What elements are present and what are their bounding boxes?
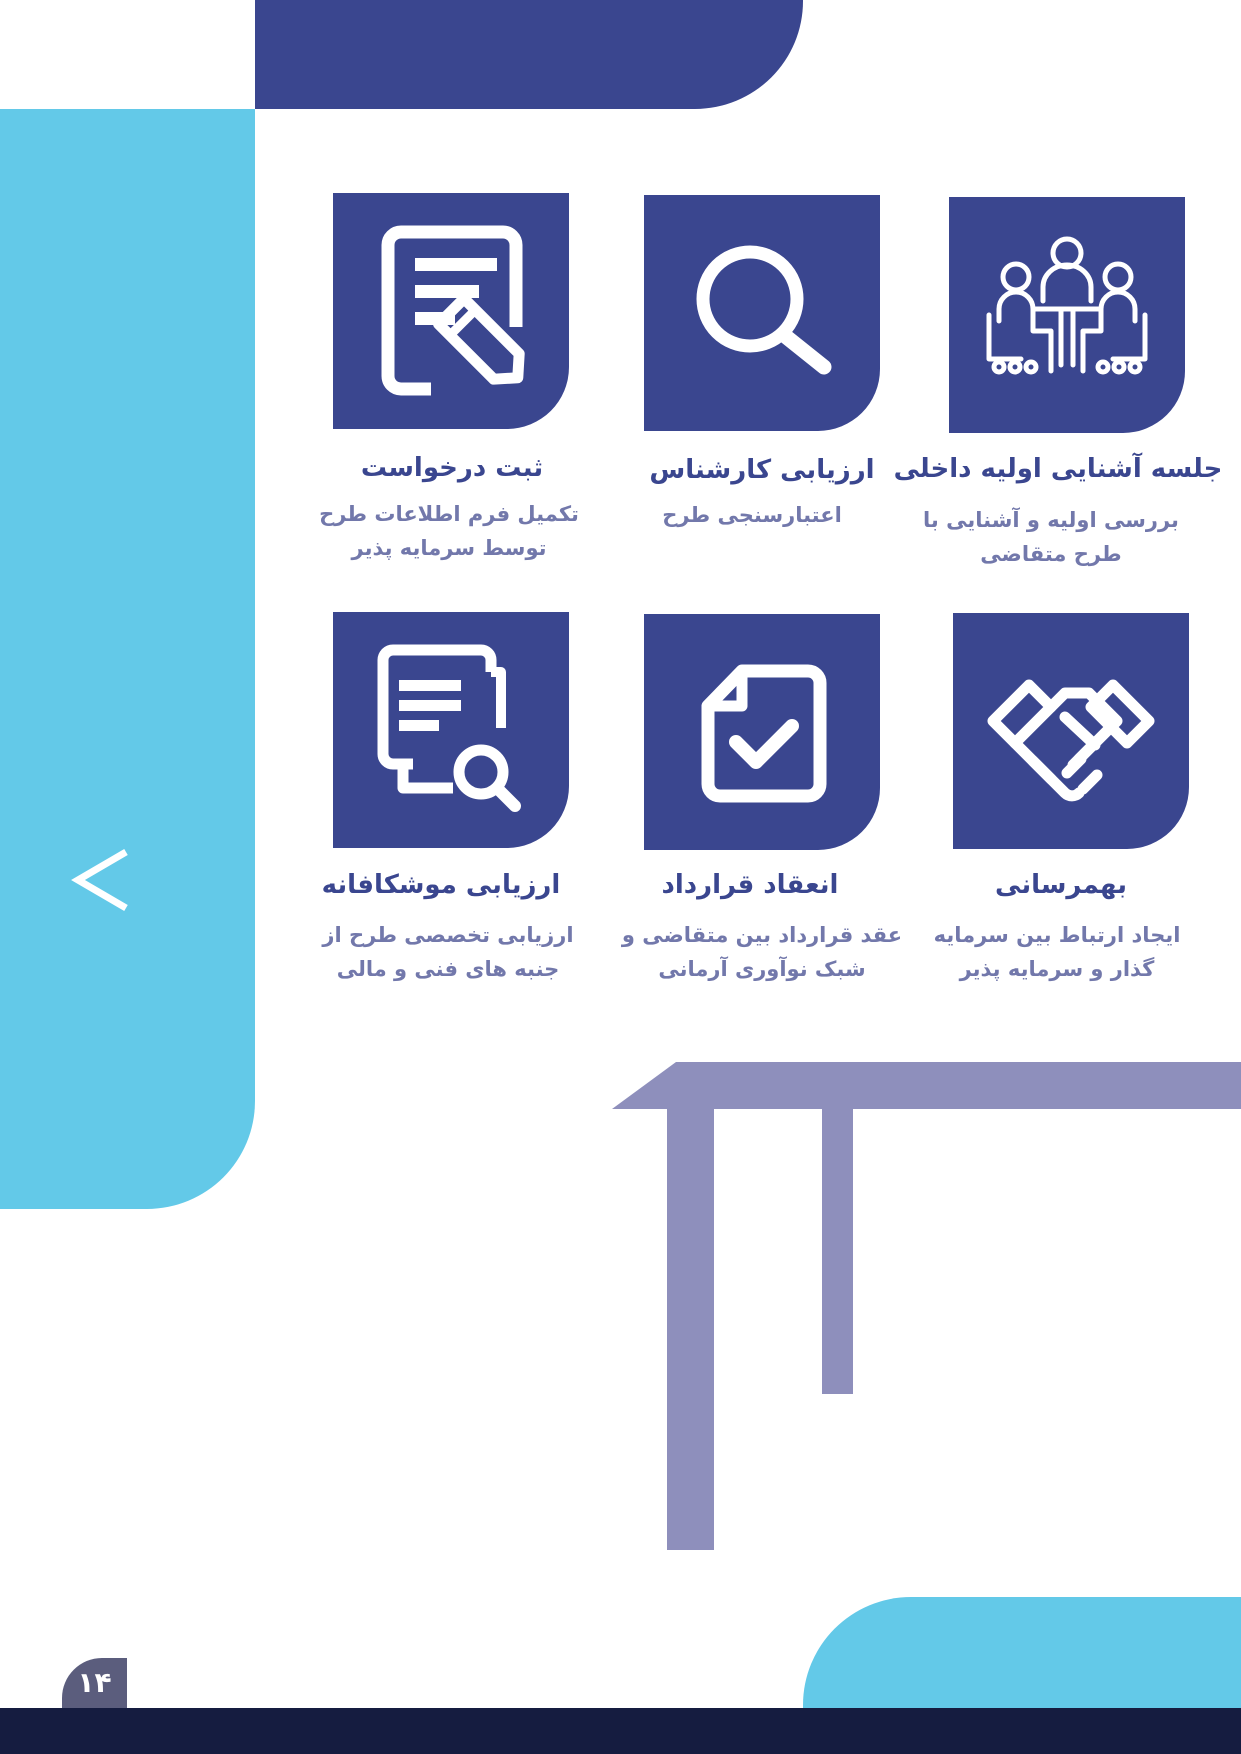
step-desc: ارزیابی تخصصی طرح از جنبه های فنی و مالی: [322, 923, 574, 981]
step-desc: بررسی اولیه و آشنایی با طرح متقاضی: [923, 508, 1179, 566]
step-title: ارزیابی موشکافانه: [321, 870, 561, 900]
step-desc: تکمیل فرم اطلاعات طرح توسط سرمایه پذیر: [319, 502, 579, 560]
side-panel: [0, 109, 255, 1209]
step-title: ثبت درخواست: [360, 453, 544, 483]
footer-bar: [0, 1708, 1241, 1754]
step-title: انعقاد قرارداد: [661, 870, 839, 900]
table-top: [612, 1062, 1241, 1109]
search-icon: [644, 195, 880, 431]
document-search-icon: [333, 612, 569, 848]
step-desc: عقد قرارداد بین متقاضی و شبک نوآوری آرما…: [621, 923, 903, 981]
bottom-blob: [803, 1597, 1241, 1709]
handshake-icon: [953, 613, 1189, 849]
step-desc: ایجاد ارتباط بین سرمایه گذار و سرمایه پذ…: [933, 923, 1181, 981]
step-title: بهمرسانی: [995, 870, 1127, 900]
table-leg: [667, 1109, 714, 1550]
page-number: ۱۴: [62, 1658, 127, 1708]
top-banner: [255, 0, 803, 109]
step-title: ارزیابی کارشناس: [649, 455, 875, 485]
table-leg: [822, 1109, 853, 1394]
chevron-left-icon[interactable]: [60, 830, 140, 930]
step-desc: اعتبارسنجی طرح: [662, 503, 842, 527]
step-title: جلسه آشنایی اولیه داخلی: [893, 454, 1223, 484]
meeting-icon: [949, 197, 1185, 433]
contract-check-icon: [644, 614, 880, 850]
document-edit-icon: [333, 193, 569, 429]
